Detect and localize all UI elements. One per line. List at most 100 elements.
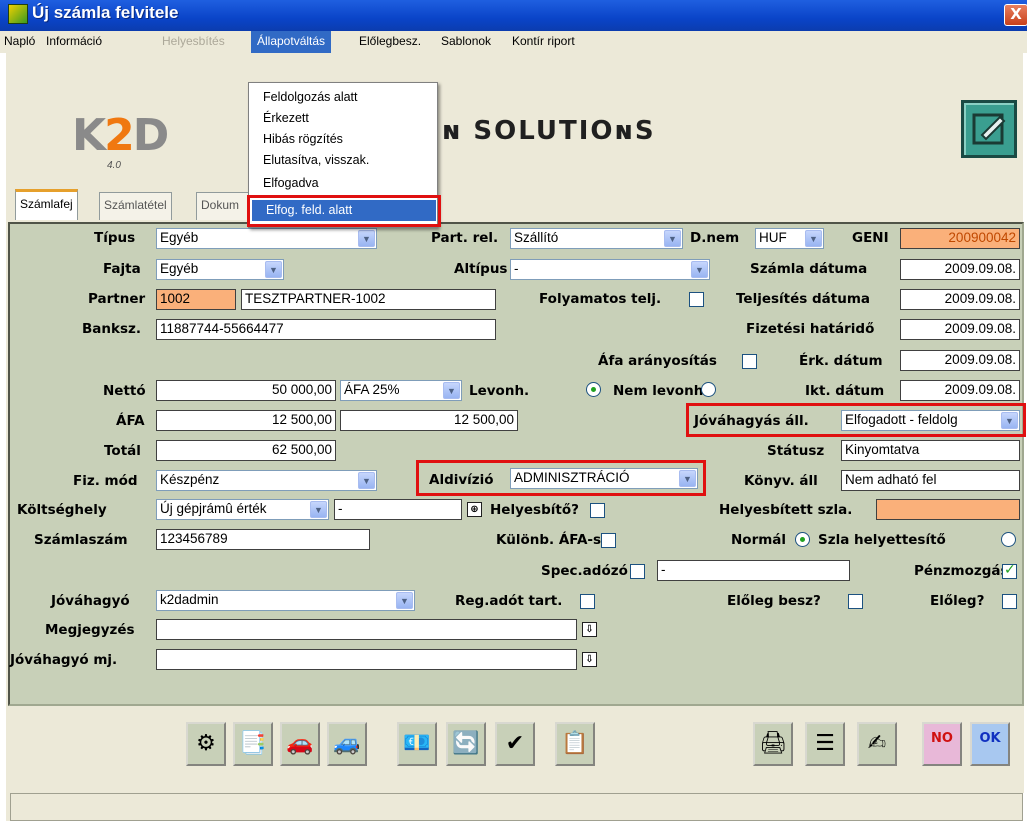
nem-levonh-radio[interactable] (701, 382, 716, 397)
tab-szamlatetel[interactable]: Számlatétel (99, 192, 172, 220)
select-part-rel-value: Szállító (514, 230, 559, 245)
afa2-field[interactable]: 12 500,00 (340, 410, 518, 431)
label-altipus: Altípus (454, 261, 508, 277)
select-tipus[interactable]: Egyéb ▼ (156, 228, 377, 249)
edit-document-button[interactable] (961, 100, 1017, 158)
select-fiz-mod[interactable]: Készpénz ▼ (156, 470, 377, 491)
label-penzmozgas: Pénzmozgás (914, 563, 1009, 579)
menu-eloleg[interactable]: Előlegbesz. (359, 34, 421, 48)
statusz-field[interactable]: Kinyomtatva (841, 440, 1020, 461)
select-koltseghely-value: Új gépjrámû érték (160, 501, 267, 516)
erk-datum-field[interactable]: 2009.09.08. (900, 350, 1020, 371)
label-netto: Nettó (103, 383, 146, 399)
ikt-datum-field[interactable]: 2009.09.08. (900, 380, 1020, 401)
konyv-all-field[interactable]: Nem adható fel (841, 470, 1020, 491)
select-aldivizio-value: ADMINISZTRÁCIÓ (514, 470, 630, 485)
jovahagyo-mj-field[interactable] (156, 649, 577, 670)
select-afa-kulcs[interactable]: ÁFA 25% ▼ (340, 380, 462, 401)
car-icon[interactable]: 🚗 (280, 722, 320, 766)
megjegyzes-expand-button[interactable]: ⇩ (582, 622, 597, 637)
szla-helyettesito-radio[interactable] (1001, 532, 1016, 547)
menu-informacio[interactable]: Információ (46, 34, 102, 48)
spec-adozo-field[interactable]: - (657, 560, 850, 581)
select-jovahagyas-all[interactable]: Elfogadott - feldolg ▼ (841, 410, 1020, 431)
szamlaszam-field[interactable]: 123456789 (156, 529, 370, 550)
select-jovahagyo[interactable]: k2dadmin ▼ (156, 590, 415, 611)
netto-field[interactable]: 50 000,00 (156, 380, 336, 401)
eloleg-checkbox[interactable] (1002, 594, 1017, 609)
label-kulonb-afa: Különb. ÁFA-s (496, 532, 602, 548)
menu-allapotvaltas[interactable]: Állapotváltás (251, 31, 332, 53)
menu-sablonok[interactable]: Sablonok (441, 34, 491, 48)
select-altipus[interactable]: - ▼ (510, 259, 710, 280)
window-title: Új számla felvitele (32, 3, 179, 22)
afa-aranyositas-checkbox[interactable] (742, 354, 757, 369)
eloleg-besz-checkbox[interactable] (848, 594, 863, 609)
chevron-down-icon: ▼ (265, 261, 282, 278)
documents-icon[interactable]: 📑 (233, 722, 273, 766)
tab-dokum[interactable]: Dokum (196, 192, 254, 220)
k2d-logo: K2D (72, 110, 170, 161)
label-jovahagyas-all: Jóváhagyás áll. (694, 413, 809, 429)
label-fajta: Fajta (103, 261, 141, 277)
transfer-icon[interactable]: 🔄 (446, 722, 486, 766)
jovahagyo-mj-expand-button[interactable]: ⇩ (582, 652, 597, 667)
menu-naplo[interactable]: Napló (4, 34, 35, 48)
gears-icon[interactable]: ⚙ (186, 722, 226, 766)
kulonb-afa-checkbox[interactable] (601, 533, 616, 548)
koltseg-picker-button[interactable]: ⊕ (467, 502, 482, 517)
logo-d: D (132, 110, 170, 161)
approve-check-icon[interactable]: ✔ (495, 722, 535, 766)
select-koltseghely[interactable]: Új gépjrámû érték ▼ (156, 499, 329, 520)
helyesbitett-field[interactable] (876, 499, 1020, 520)
label-spec-adozo: Spec.adózó (541, 563, 628, 579)
tab-szamlafej[interactable]: Számlafej (15, 189, 78, 220)
report-icon[interactable]: 📋 (555, 722, 595, 766)
partner-name-field[interactable]: TESZTPARTNER-1002 (241, 289, 496, 310)
print-icon[interactable]: 🖨 (753, 722, 793, 766)
total-field[interactable]: 62 500,00 (156, 440, 336, 461)
partner-code-field[interactable]: 1002 (156, 289, 236, 310)
szamla-datuma-field[interactable]: 2009.09.08. (900, 259, 1020, 280)
menu-kontir[interactable]: Kontír riport (512, 34, 575, 48)
afa-field[interactable]: 12 500,00 (156, 410, 336, 431)
menu-helyesbites[interactable]: Helyesbítés (162, 34, 225, 48)
levonh-radio[interactable] (586, 382, 601, 397)
menu-item-feldolgozas[interactable]: Feldolgozás alatt (249, 87, 437, 108)
ado-icon[interactable]: 💶 (397, 722, 437, 766)
label-tipus: Típus (94, 230, 136, 246)
cars-icon[interactable]: 🚙 (327, 722, 367, 766)
logo-solutions: ɴ SOLUTIOɴS (442, 116, 656, 146)
spec-adozo-checkbox[interactable] (630, 564, 645, 579)
status-bar (10, 793, 1023, 821)
close-button[interactable]: X (1004, 4, 1027, 26)
no-button[interactable]: NO (922, 722, 962, 766)
ok-button[interactable]: OK (970, 722, 1010, 766)
chevron-down-icon: ▼ (691, 261, 708, 278)
select-fajta[interactable]: Egyéb ▼ (156, 259, 284, 280)
menu-item-elfog-feld[interactable]: Elfog. feld. alatt (252, 200, 436, 221)
list-icon[interactable]: ☰ (805, 722, 845, 766)
normal-radio[interactable] (795, 532, 810, 547)
select-aldivizio[interactable]: ADMINISZTRÁCIÓ ▼ (510, 468, 698, 489)
teljesites-field[interactable]: 2009.09.08. (900, 289, 1020, 310)
label-szamla-datuma: Számla dátuma (750, 261, 868, 277)
menu-item-elutasitva[interactable]: Elutasítva, visszak. (249, 150, 437, 171)
menu-item-erkezett[interactable]: Érkezett (249, 108, 437, 129)
fizetesi-field[interactable]: 2009.09.08. (900, 319, 1020, 340)
select-dnem[interactable]: HUF ▼ (755, 228, 824, 249)
select-part-rel[interactable]: Szállító ▼ (510, 228, 683, 249)
menu-item-elfogadva[interactable]: Elfogadva (249, 173, 437, 194)
folyamatos-checkbox[interactable] (689, 292, 704, 307)
penzmozgas-checkbox[interactable] (1002, 562, 1017, 579)
helyesbito-checkbox[interactable] (590, 503, 605, 518)
label-helyesbito: Helyesbítő? (490, 502, 579, 518)
geni-field[interactable]: 200900042 (900, 228, 1020, 249)
koltseg2-field[interactable]: - (334, 499, 462, 520)
menu-item-hibas[interactable]: Hibás rögzítés (249, 129, 437, 150)
sign-icon[interactable]: ✍ (857, 722, 897, 766)
megjegyzes-field[interactable] (156, 619, 577, 640)
reg-adot-checkbox[interactable] (580, 594, 595, 609)
banksz-field[interactable]: 11887744-55664477 (156, 319, 496, 340)
label-szla-helyettesito: Szla helyettesítő (818, 532, 946, 548)
